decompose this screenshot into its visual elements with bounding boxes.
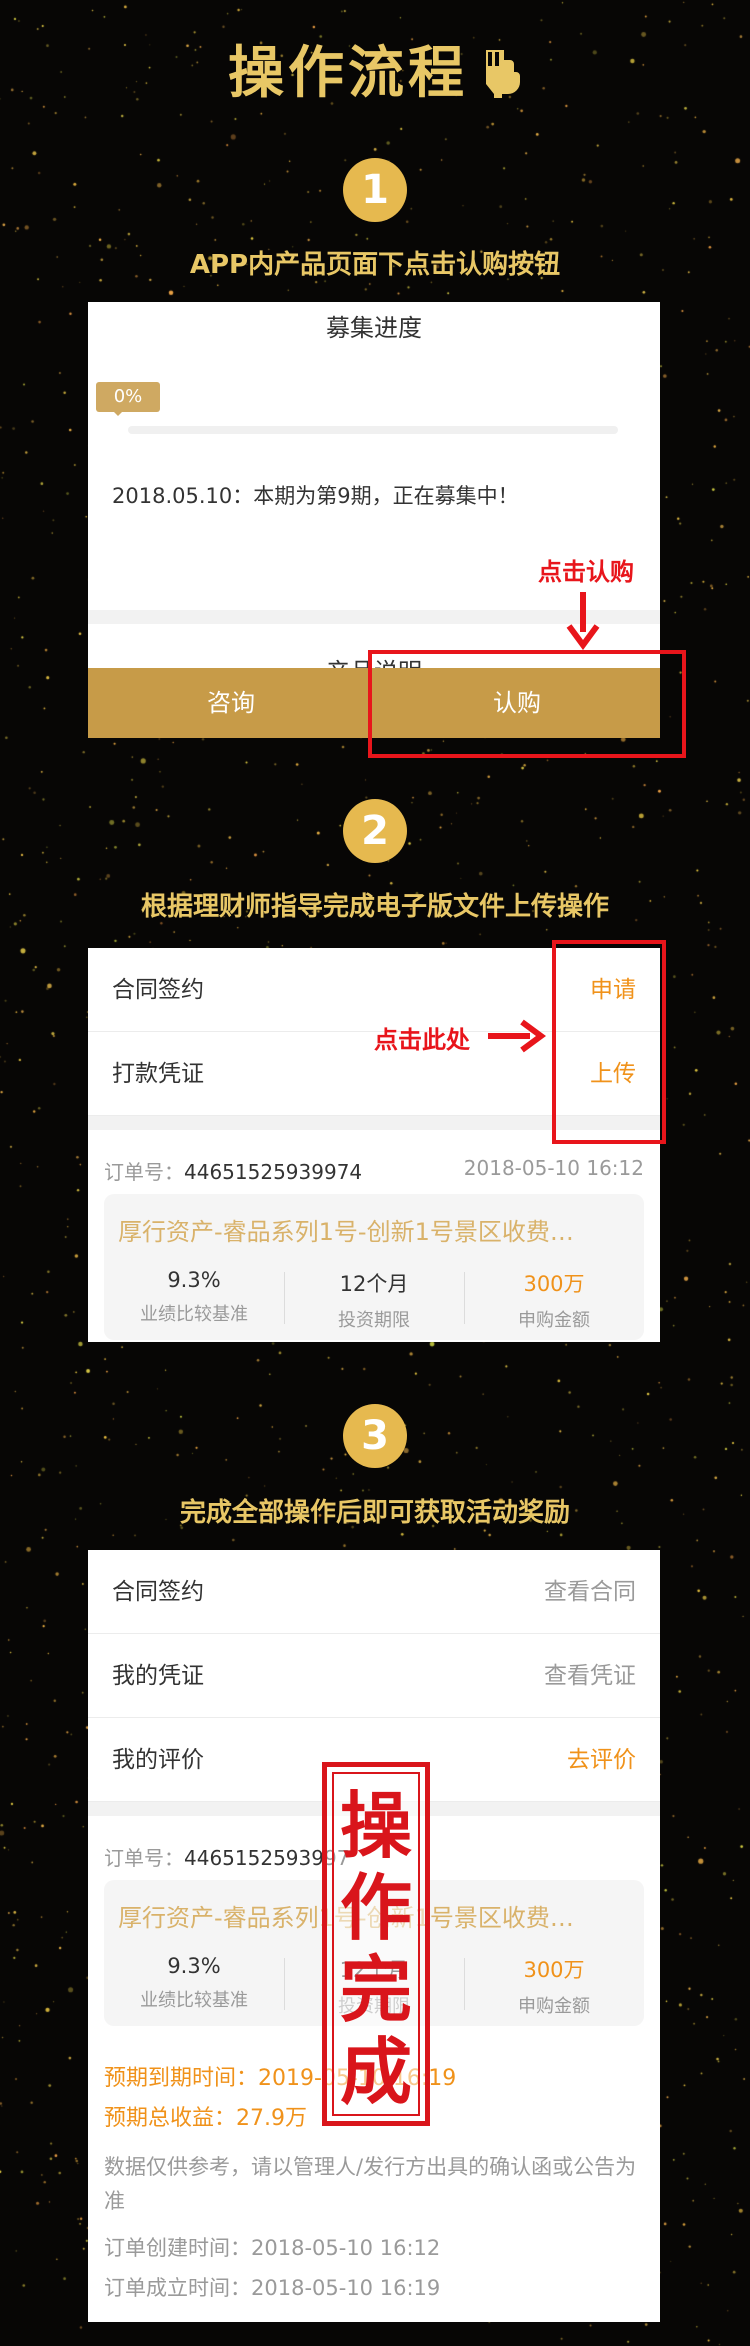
- upload-highlight-frame: [552, 940, 666, 1144]
- metric-value: 9.3%: [167, 1954, 221, 1978]
- row-label: 合同签约: [112, 977, 204, 1003]
- page-title-text: 操作流程: [228, 41, 468, 106]
- progress-track: [128, 426, 618, 434]
- row-label: 我的评价: [112, 1747, 204, 1773]
- pointing-hand-icon: [478, 46, 522, 112]
- expected-income-label: 预期总收益：: [104, 2106, 237, 2131]
- step-1-badge: 1: [343, 158, 407, 222]
- order-established-time: 订单成立时间：2018-05-10 16:19: [104, 2272, 440, 2302]
- campaign-notice: 2018.05.10：本期为第9期，正在募集中！: [112, 484, 519, 508]
- order-number: 订单号：4465152593997: [104, 1842, 349, 1871]
- order-created-value: 2018-05-10 16:12: [251, 2236, 441, 2260]
- step-3-badge: 3: [343, 1404, 407, 1468]
- metric-label: 业绩比较基准: [140, 1990, 248, 2011]
- click-subscribe-annotation: 点击认购: [538, 558, 634, 586]
- row-label: 打款凭证: [112, 1061, 204, 1087]
- disclaimer-text: 数据仅供参考，请以管理人/发行方出具的确认函或公告为准: [104, 2155, 637, 2213]
- view-contract-link[interactable]: 查看合同: [544, 1550, 636, 1634]
- metric-value: 12个月: [339, 1272, 409, 1296]
- progress-badge: 0%: [96, 382, 160, 412]
- order-created-label: 订单创建时间：: [104, 2236, 251, 2260]
- step-1-caption: APP内产品页面下点击认购按钮: [189, 250, 561, 280]
- metric-amount: 300万 申购金额: [464, 1954, 644, 2018]
- order-number-label: 订单号：: [104, 1160, 184, 1184]
- stamp-text: 操作完成: [339, 1784, 412, 2114]
- metric-term: 12个月 投资期限: [284, 1268, 464, 1332]
- write-review-link[interactable]: 去评价: [567, 1718, 636, 1802]
- contract-signing-row[interactable]: 合同签约 查看合同: [88, 1550, 660, 1634]
- step-2-caption: 根据理财师指导完成电子版文件上传操作: [140, 892, 609, 922]
- consult-button[interactable]: 咨询: [88, 668, 374, 738]
- metric-value: 300万: [523, 1272, 585, 1296]
- product-name: 厚行资产-睿品系列1号-创新1号景区收费…: [118, 1218, 574, 1246]
- expected-maturity-label: 预期到期时间：: [104, 2066, 259, 2091]
- order-number: 订单号：44651525939974: [104, 1156, 362, 1185]
- my-voucher-row[interactable]: 我的凭证 查看凭证: [88, 1634, 660, 1718]
- step-3-caption: 完成全部操作后即可获取活动奖励: [179, 1498, 570, 1528]
- order-number-value: 44651525939974: [184, 1160, 363, 1184]
- progress-heading: 募集进度: [326, 314, 422, 342]
- order-established-value: 2018-05-10 16:19: [251, 2276, 441, 2300]
- order-date: 2018-05-10 16:12: [463, 1156, 644, 1180]
- subscribe-highlight-frame: [368, 650, 686, 758]
- metric-value: 9.3%: [167, 1268, 221, 1292]
- metric-amount: 300万 申购金额: [464, 1268, 644, 1332]
- metric-value: 300万: [523, 1958, 585, 1982]
- order-created-time: 订单创建时间：2018-05-10 16:12: [104, 2232, 440, 2262]
- completion-stamp: 操作完成: [322, 1762, 430, 2126]
- product-summary[interactable]: 厚行资产-睿品系列1号-创新1号景区收费… 9.3% 业绩比较基准 12个月 投…: [104, 1194, 644, 1340]
- order-number-label: 订单号：: [104, 1846, 184, 1870]
- metric-label: 投资期限: [338, 1310, 410, 1331]
- arrow-right-icon: [486, 1019, 547, 1057]
- expected-income: 预期总收益：27.9万: [104, 2100, 307, 2132]
- metric-benchmark: 9.3% 业绩比较基准: [104, 1954, 284, 2012]
- metric-label: 申购金额: [518, 1310, 590, 1331]
- page-title: 操作流程: [0, 28, 750, 112]
- progress-badge-pointer: [110, 408, 126, 416]
- metric-label: 申购金额: [518, 1996, 590, 2017]
- click-here-annotation: 点击此处: [374, 1026, 470, 1054]
- step-2-badge: 2: [343, 799, 407, 863]
- metric-label: 业绩比较基准: [140, 1304, 248, 1325]
- view-voucher-link[interactable]: 查看凭证: [544, 1634, 636, 1718]
- expected-income-value: 27.9万: [236, 2106, 308, 2131]
- metric-benchmark: 9.3% 业绩比较基准: [104, 1268, 284, 1326]
- order-established-label: 订单成立时间：: [104, 2276, 251, 2300]
- row-label: 我的凭证: [112, 1663, 204, 1689]
- arrow-down-icon: [566, 590, 600, 654]
- row-label: 合同签约: [112, 1579, 204, 1605]
